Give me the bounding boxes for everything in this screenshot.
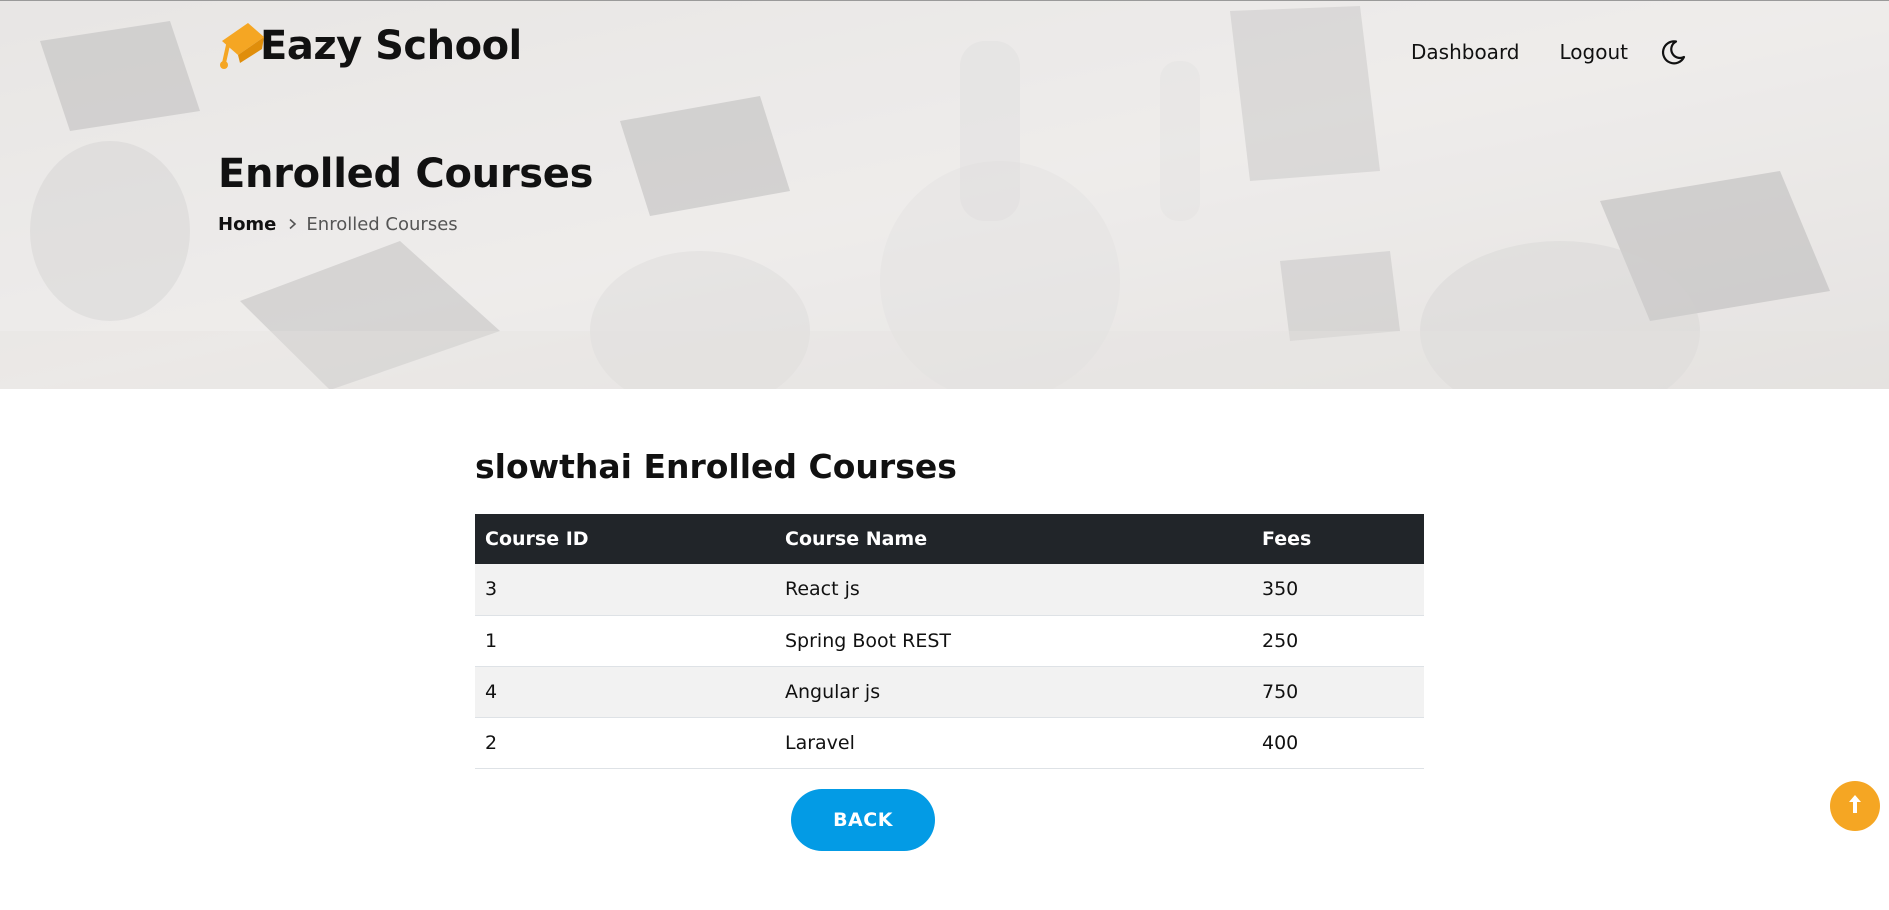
course-name-cell: Spring Boot REST xyxy=(775,615,1252,667)
breadcrumb: Home Enrolled Courses xyxy=(218,214,458,235)
section-heading: slowthai Enrolled Courses xyxy=(475,447,957,486)
course-id-cell: 2 xyxy=(475,717,775,769)
table-row: 1 Spring Boot REST 250 xyxy=(475,615,1424,667)
nav-dashboard-link[interactable]: Dashboard xyxy=(1411,40,1520,64)
enrolled-courses-section: slowthai Enrolled Courses Course ID Cour… xyxy=(475,445,1425,851)
moon-icon[interactable] xyxy=(1658,37,1688,67)
page-title: Enrolled Courses xyxy=(218,151,594,197)
course-fees-cell: 350 xyxy=(1252,564,1424,616)
hero-banner: Eazy School Dashboard Logout Enrolled Co… xyxy=(0,0,1889,389)
course-id-cell: 3 xyxy=(475,564,775,616)
table-row: 4 Angular js 750 xyxy=(475,666,1424,718)
course-fees-cell: 250 xyxy=(1252,615,1424,667)
table-header-row: Course ID Course Name Fees xyxy=(475,514,1424,564)
brand-name: Eazy School xyxy=(260,23,522,69)
arrow-up-icon xyxy=(1845,793,1865,819)
enrolled-courses-table: Course ID Course Name Fees 3 React js 35… xyxy=(475,514,1424,769)
course-id-cell: 4 xyxy=(475,666,775,718)
course-name-cell: React js xyxy=(775,564,1252,616)
nav-logout-link[interactable]: Logout xyxy=(1560,40,1628,64)
back-button[interactable]: BACK xyxy=(791,789,935,851)
column-header-fees: Fees xyxy=(1252,514,1424,564)
chevron-right-icon xyxy=(288,214,298,235)
table-row: 2 Laravel 400 xyxy=(475,717,1424,769)
breadcrumb-current: Enrolled Courses xyxy=(306,214,458,235)
graduation-cap-icon xyxy=(218,19,268,73)
course-id-cell: 1 xyxy=(475,615,775,667)
scroll-to-top-button[interactable] xyxy=(1830,781,1880,831)
course-fees-cell: 750 xyxy=(1252,666,1424,718)
course-fees-cell: 400 xyxy=(1252,717,1424,769)
top-navigation: Dashboard Logout xyxy=(1411,37,1688,67)
course-name-cell: Angular js xyxy=(775,666,1252,718)
brand-logo[interactable]: Eazy School xyxy=(218,11,522,81)
column-header-course-id: Course ID xyxy=(475,514,775,564)
breadcrumb-home-link[interactable]: Home xyxy=(218,214,276,235)
course-name-cell: Laravel xyxy=(775,717,1252,769)
table-row: 3 React js 350 xyxy=(475,564,1424,616)
column-header-course-name: Course Name xyxy=(775,514,1252,564)
